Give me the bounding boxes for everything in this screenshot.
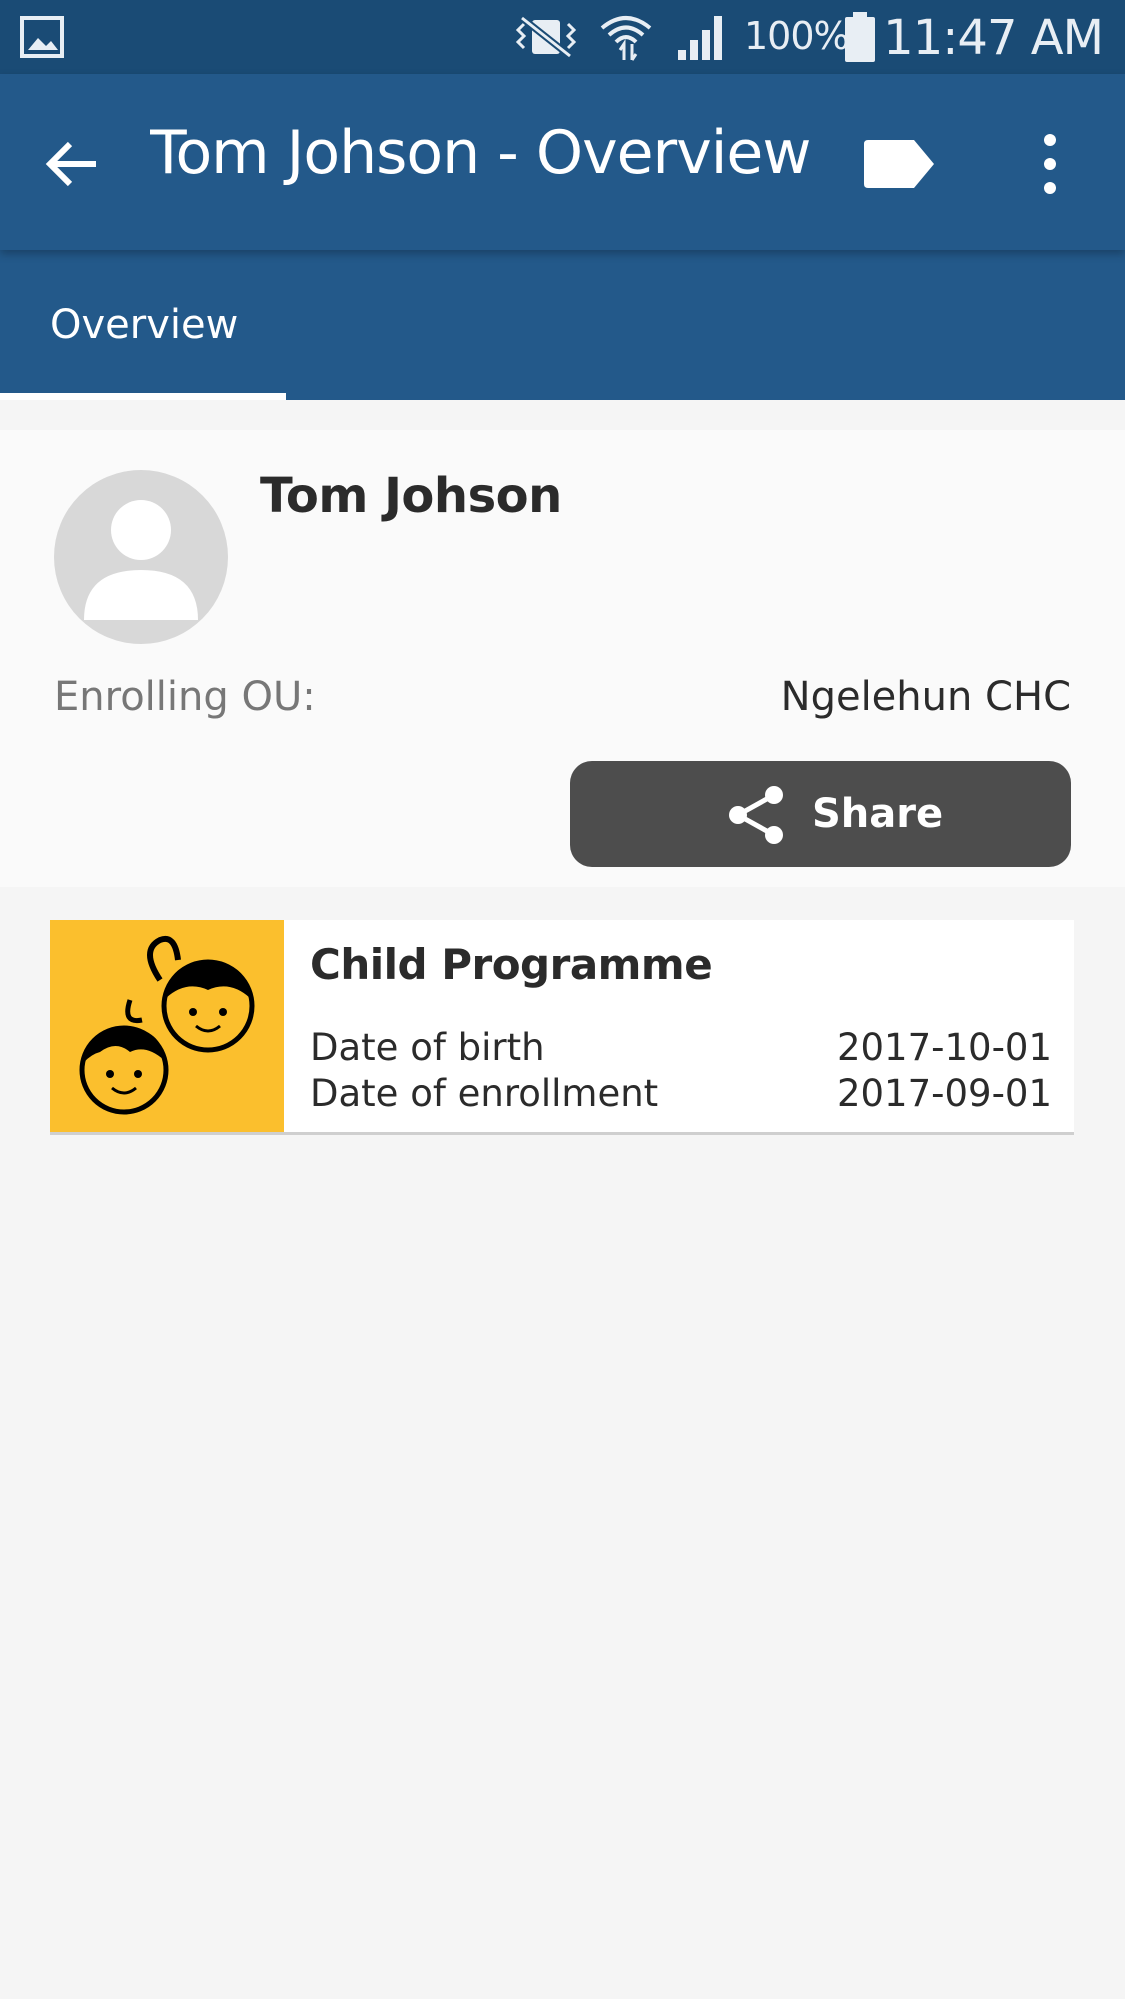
profile-card: Tom Johson Enrolling OU: Ngelehun CHC Sh… (0, 430, 1125, 887)
more-vert-icon (1044, 134, 1056, 194)
back-arrow-icon (45, 141, 96, 187)
battery-percent: 100% (744, 14, 850, 58)
back-button[interactable] (40, 132, 104, 196)
avatar (54, 470, 228, 644)
attribute-value: 2017-10-01 (836, 1026, 1052, 1069)
page-title: Tom Johson - Overview (150, 118, 811, 188)
app-bar: Tom Johson - Overview (0, 74, 1125, 250)
label-tag-icon (864, 140, 934, 188)
share-button[interactable]: Share (570, 761, 1071, 867)
attribute-label: Date of birth (310, 1026, 545, 1069)
share-label: Share (812, 791, 944, 837)
tab-label: Overview (50, 302, 239, 348)
share-icon (729, 786, 783, 844)
signal-icon (678, 16, 722, 60)
status-bar: 100% 11:47 AM (0, 0, 1125, 74)
vibrate-icon (515, 15, 577, 59)
enrolling-ou-label: Enrolling OU: (54, 674, 316, 720)
tab-indicator (0, 393, 286, 400)
program-name: Child Programme (310, 940, 713, 989)
attribute-row-date-of-enrollment: Date of enrollment 2017-09-01 (310, 1072, 1052, 1116)
attribute-value: 2017-09-01 (836, 1072, 1052, 1115)
children-faces-icon (79, 936, 255, 1115)
attribute-row-date-of-birth: Date of birth 2017-10-01 (310, 1026, 1052, 1070)
tab-overview[interactable]: Overview (0, 250, 286, 400)
attribute-label: Date of enrollment (310, 1072, 659, 1115)
more-options-button[interactable] (1030, 128, 1070, 200)
gallery-icon (20, 16, 64, 58)
person-name: Tom Johson (260, 468, 562, 524)
label-button[interactable] (860, 132, 940, 196)
program-icon-tile (50, 920, 284, 1132)
tab-bar: Overview (0, 250, 1125, 400)
person-icon (84, 500, 198, 620)
enrolling-ou-value: Ngelehun CHC (780, 674, 1071, 720)
clock: 11:47 AM (883, 10, 1104, 66)
program-card[interactable]: Child Programme Date of birth 2017-10-01… (50, 920, 1074, 1135)
wifi-icon (600, 16, 652, 61)
battery-icon (845, 12, 875, 62)
